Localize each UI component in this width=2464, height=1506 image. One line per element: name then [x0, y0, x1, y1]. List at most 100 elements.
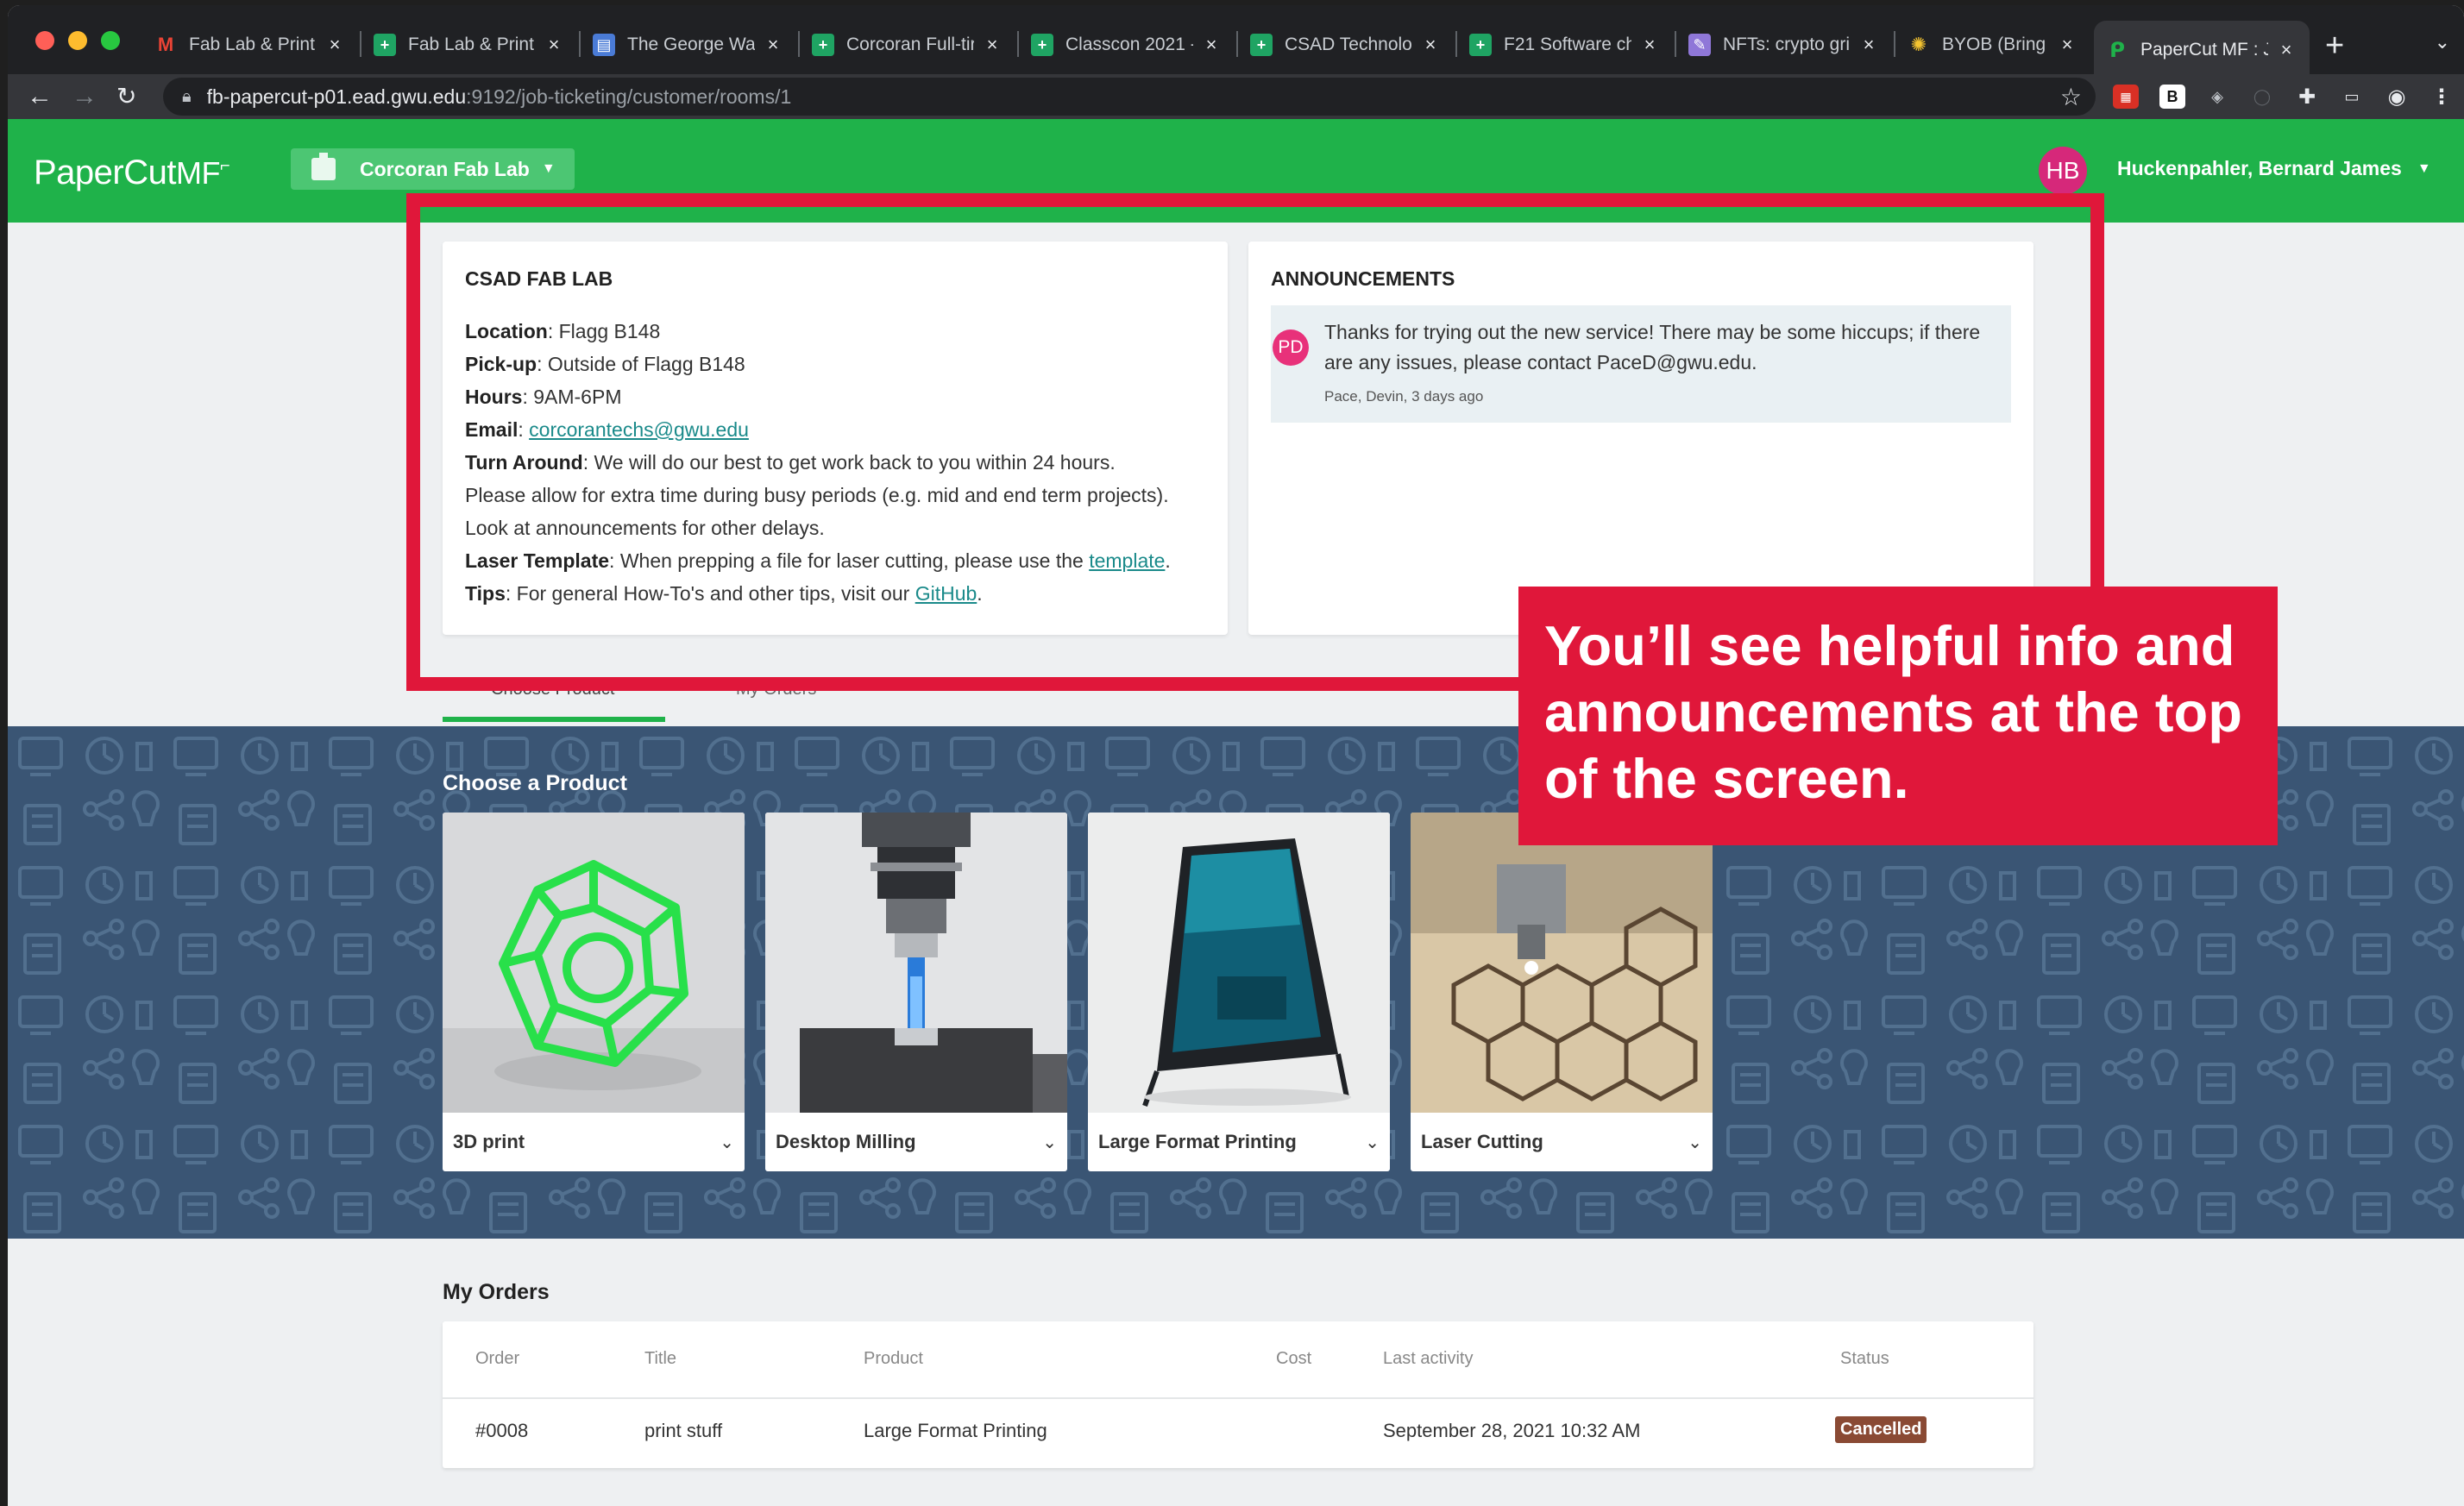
product-card-laser-cutting[interactable]: Laser Cutting ⌄	[1411, 813, 1713, 1171]
gmail-icon: M	[157, 34, 174, 55]
lock-icon: 🔒︎	[182, 86, 192, 106]
cast-icon[interactable]: ▭	[2339, 85, 2365, 109]
close-tab-icon[interactable]: ×	[543, 34, 565, 56]
browser-tab[interactable]: ✺ BYOB (Bring You ×	[1895, 21, 2090, 69]
product-name: 3D print	[453, 1131, 525, 1152]
column-header: Last activity	[1383, 1349, 1474, 1368]
browser-tab[interactable]: + Classcon 2021 - ×	[1019, 21, 1235, 69]
order-last-activity: September 28, 2021 10:32 AM	[1383, 1420, 1641, 1441]
browser-toolbar: ← → ↻ 🔒︎ fb-papercut-p01.ead.gwu.edu :91…	[8, 74, 2464, 119]
choose-product-title: Choose a Product	[443, 771, 627, 795]
large-format-printing-image	[1088, 813, 1390, 1113]
back-icon[interactable]: ←	[27, 79, 53, 114]
chevron-down-icon[interactable]: ⌄	[1042, 1132, 1057, 1153]
tab-label: BYOB (Bring You	[1942, 35, 2049, 54]
tab-label: NFTs: crypto gri	[1723, 35, 1851, 54]
product-card-desktop-milling[interactable]: Desktop Milling ⌄	[765, 813, 1067, 1171]
column-header: Product	[864, 1349, 923, 1368]
more-menu-icon[interactable]: ⋮	[2429, 85, 2455, 109]
tab-label: Corcoran Full-tir	[846, 35, 974, 54]
browser-tab[interactable]: + F21 Software ch ×	[1457, 21, 1673, 69]
puzzle-icon[interactable]: ✚	[2294, 85, 2320, 109]
caret-down-icon: ▼	[541, 161, 556, 176]
callout-text: You’ll see helpful info and announcement…	[1544, 614, 2242, 810]
browser-tab[interactable]: + Fab Lab & Print ×	[361, 21, 577, 69]
chevron-down-icon[interactable]: ⌄	[720, 1132, 734, 1153]
my-orders-title: My Orders	[443, 1280, 550, 1304]
address-bar[interactable]: 🔒︎ fb-papercut-p01.ead.gwu.edu :9192/job…	[163, 78, 2096, 116]
browser-tab[interactable]: ✎ NFTs: crypto gri ×	[1676, 21, 1892, 69]
close-tab-icon[interactable]: ×	[1638, 34, 1661, 56]
extension-icon[interactable]: ▦	[2113, 85, 2139, 109]
extension-icon[interactable]: ◈	[2204, 85, 2230, 109]
row-divider	[443, 1397, 2033, 1399]
product-footer[interactable]: Desktop Milling ⌄	[765, 1113, 1067, 1171]
order-title: print stuff	[644, 1420, 723, 1441]
product-name: Laser Cutting	[1421, 1131, 1543, 1152]
product-footer[interactable]: Laser Cutting ⌄	[1411, 1113, 1713, 1171]
close-tab-icon[interactable]: ×	[2056, 34, 2078, 56]
maximize-window-button[interactable]	[101, 31, 120, 50]
close-tab-icon[interactable]: ×	[1419, 34, 1442, 56]
product-card-large-format-printing[interactable]: Large Format Printing ⌄	[1088, 813, 1390, 1171]
new-tab-button[interactable]: +	[2325, 28, 2344, 65]
order-number: #0008	[475, 1420, 529, 1441]
user-avatar[interactable]: HB	[2039, 147, 2087, 195]
sheets-icon: +	[1031, 34, 1053, 56]
order-product: Large Format Printing	[864, 1420, 1047, 1441]
tab-label: CSAD Technolog	[1285, 35, 1412, 54]
tab-search-icon[interactable]: ⌄	[2435, 31, 2450, 53]
forward-icon[interactable]: →	[72, 79, 97, 114]
close-tab-icon[interactable]: ×	[2275, 39, 2297, 61]
logo-mark-icon: ⌐	[219, 156, 230, 176]
chevron-down-icon[interactable]: ⌄	[1688, 1132, 1702, 1153]
tab-label: Fab Lab & Print	[408, 35, 534, 54]
browser-window: M Fab Lab & Print × + Fab Lab & Print × …	[8, 5, 2464, 1506]
browser-tab[interactable]: + Corcoran Full-tir ×	[800, 21, 1015, 69]
sheets-icon: +	[1250, 34, 1273, 56]
close-window-button[interactable]	[35, 31, 54, 50]
close-tab-icon[interactable]: ×	[762, 34, 784, 56]
3d-print-image	[443, 813, 745, 1113]
column-header: Cost	[1276, 1349, 1312, 1368]
tab-label: PaperCut MF : J	[2140, 40, 2268, 60]
column-header: Order	[475, 1349, 520, 1368]
close-tab-icon[interactable]: ×	[1857, 34, 1880, 56]
status-badge: Cancelled	[1835, 1416, 1927, 1443]
column-header: Title	[644, 1349, 677, 1368]
user-menu[interactable]: Huckenpahler, Bernard James ▼	[2117, 157, 2431, 180]
chevron-down-icon[interactable]: ⌄	[1365, 1132, 1380, 1153]
browser-tab[interactable]: + CSAD Technolog ×	[1238, 21, 1454, 69]
minimize-window-button[interactable]	[68, 31, 87, 50]
sheets-icon: +	[1469, 34, 1492, 56]
product-footer[interactable]: 3D print ⌄	[443, 1113, 745, 1171]
reload-icon[interactable]: ↻	[116, 79, 136, 114]
bookmark-star-icon[interactable]: ☆	[2060, 83, 2082, 111]
printer-icon	[311, 153, 336, 180]
browser-tab[interactable]: ▤ The George Was ×	[581, 21, 796, 69]
product-card-3d-print[interactable]: 3D print ⌄	[443, 813, 745, 1171]
extension-icon[interactable]: ◯	[2249, 85, 2275, 109]
orders-table: Order Title Product Cost Last activity S…	[443, 1321, 2033, 1468]
papercut-icon: ᑭ	[2109, 38, 2125, 62]
room-selector[interactable]: Corcoran Fab Lab ▼	[291, 148, 575, 190]
doc-icon: ▤	[593, 34, 615, 56]
bulb-icon: ✺	[1910, 34, 1927, 55]
profile-icon[interactable]: ◉	[2384, 85, 2410, 109]
extension-b-icon[interactable]: B	[2159, 85, 2185, 109]
desktop-milling-image	[765, 813, 1067, 1113]
close-tab-icon[interactable]: ×	[324, 34, 346, 56]
logo-text: PaperCut	[34, 154, 176, 191]
tab-label: F21 Software ch	[1504, 35, 1631, 54]
close-tab-icon[interactable]: ×	[1200, 34, 1223, 56]
tab-label: The George Was	[627, 35, 755, 54]
close-tab-icon[interactable]: ×	[981, 34, 1003, 56]
product-footer[interactable]: Large Format Printing ⌄	[1088, 1113, 1390, 1171]
url-path: :9192/job-ticketing/customer/rooms/1	[466, 85, 792, 108]
browser-tab[interactable]: M Fab Lab & Print ×	[142, 21, 358, 69]
user-name: Huckenpahler, Bernard James	[2117, 157, 2402, 179]
browser-tab-active[interactable]: ᑭ PaperCut MF : J ×	[2094, 21, 2310, 79]
caret-down-icon: ▼	[2417, 160, 2431, 176]
tab-label: Fab Lab & Print	[189, 35, 315, 54]
logo-suffix: MF	[175, 155, 220, 191]
